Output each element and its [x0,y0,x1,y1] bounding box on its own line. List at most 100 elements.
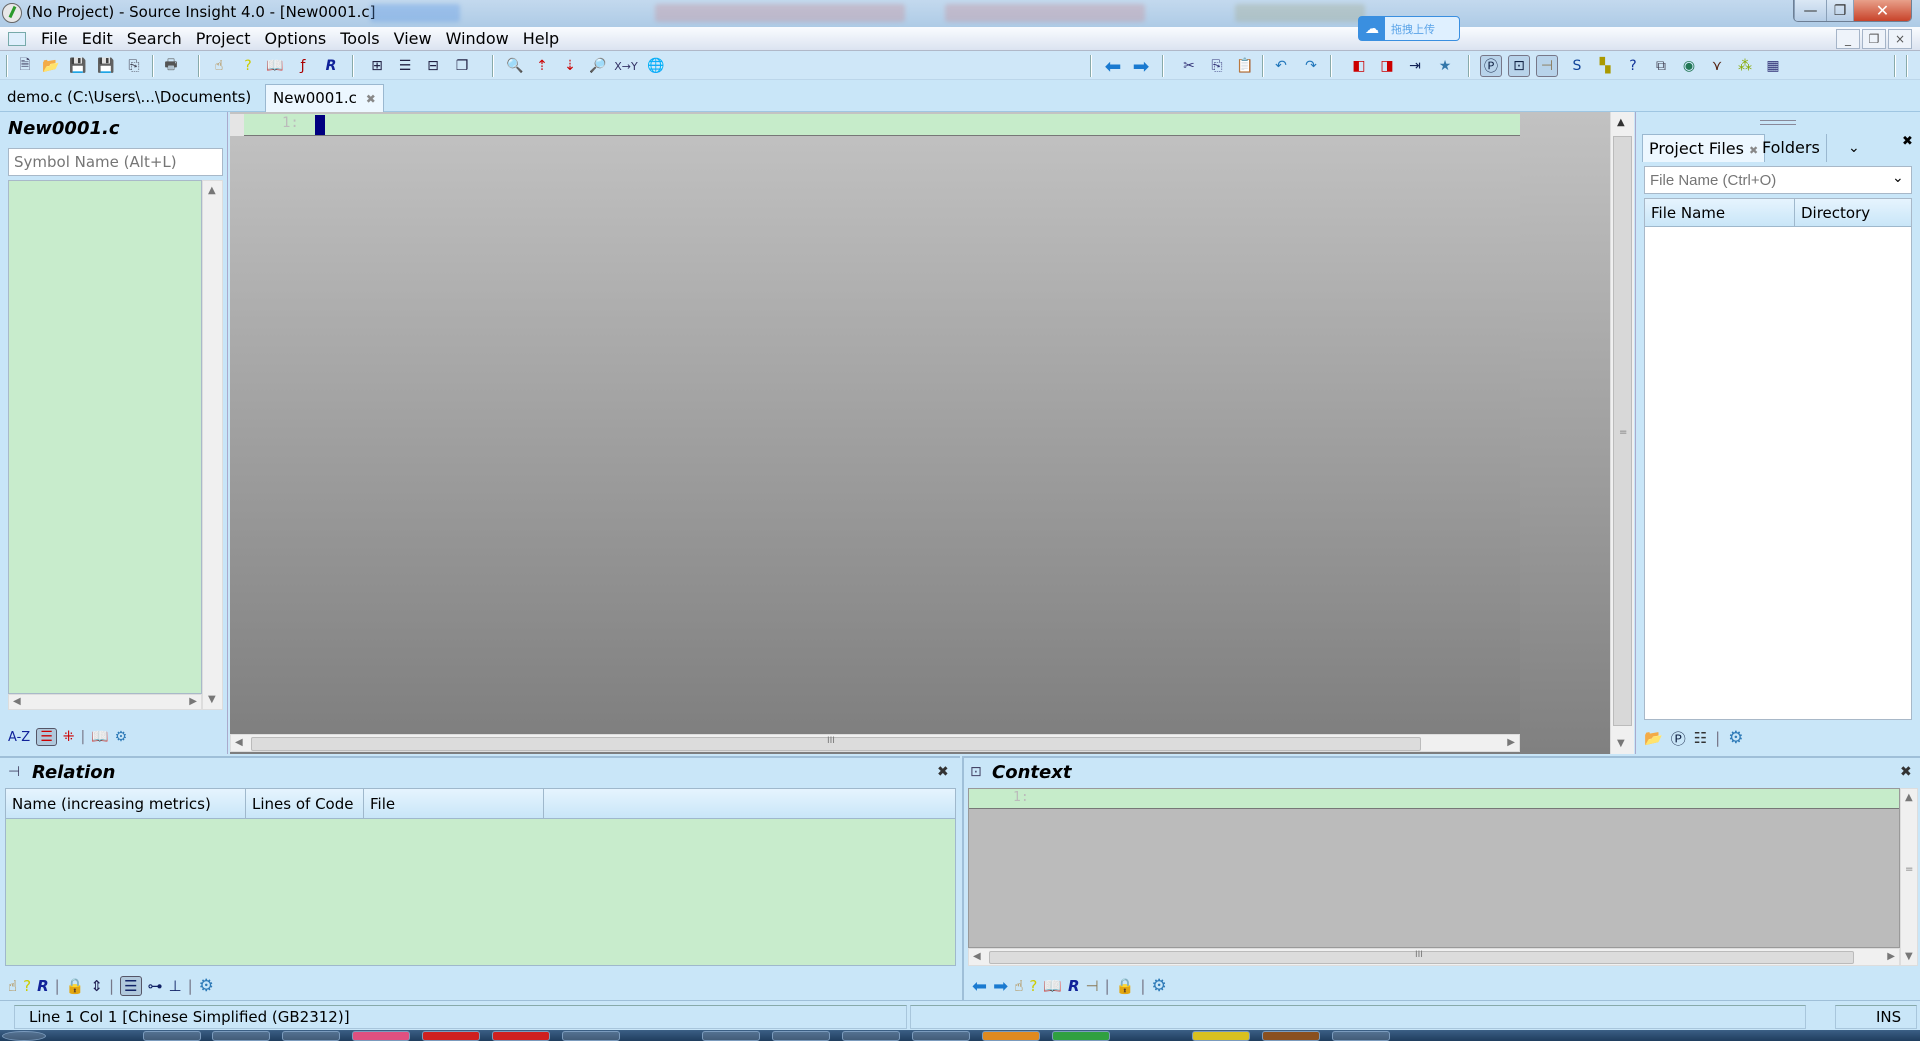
symbol-list[interactable] [8,180,202,694]
panel-drag-handle[interactable] [1760,120,1796,125]
lookup-references-icon[interactable]: ? [237,55,259,77]
script-icon[interactable]: S [1566,55,1588,77]
mdi-restore-button[interactable]: ❐ [1862,29,1886,49]
upload-widget[interactable]: ☁ 拖拽上传 [1358,16,1460,41]
close-panel-icon[interactable]: ✖ [1900,764,1912,780]
function-call-icon[interactable]: ƒ [292,55,314,77]
relation-window-icon[interactable]: ⊣ [1536,55,1558,77]
maximize-button[interactable]: ❐ [1826,0,1853,21]
vscroll-thumb[interactable]: = [1613,136,1632,726]
taskbar-app[interactable] [1262,1031,1320,1041]
taskbar-app[interactable] [1332,1031,1390,1041]
symbol-search-input[interactable] [8,148,223,176]
jump-to-definition-icon[interactable]: ☝ [8,977,17,995]
bookmark-prev-icon[interactable]: ◧ [1348,55,1370,77]
hscroll-thumb[interactable]: III [251,736,1421,751]
hscroll-thumb[interactable]: III [989,950,1854,964]
tab-project-files[interactable]: Project Files ✖ [1642,134,1766,162]
open-folder-icon[interactable]: 📂 [40,55,62,77]
r-icon[interactable]: R [37,977,49,995]
r-icon[interactable]: R [1068,977,1080,995]
menu-tools[interactable]: Tools [333,29,386,49]
layout-single-icon[interactable]: ☰ [394,55,416,77]
scroll-left-arrow[interactable]: ◀ [13,696,21,707]
scroll-up-arrow[interactable]: ▲ [1617,117,1625,128]
column-file[interactable]: File [364,789,544,818]
document-icon[interactable] [8,32,26,46]
taskbar-app[interactable] [143,1031,201,1041]
paste-icon[interactable]: 📋 [1234,55,1256,77]
file-list-icon[interactable]: ☷ [1694,729,1707,747]
search-files-icon[interactable]: 🔎 [587,55,609,77]
symbol-list-hscroll[interactable]: ◀ ▶ [8,694,202,710]
back-icon[interactable]: ⬅ [1102,54,1124,78]
save-as-icon[interactable]: 💾 [95,55,117,77]
layout-split-icon[interactable]: ⊞ [366,55,388,77]
save-icon[interactable]: 💾 [67,55,89,77]
taskbar-app[interactable] [422,1031,480,1041]
menu-window[interactable]: Window [439,29,516,49]
scroll-right-arrow[interactable]: ▶ [189,696,197,707]
back-icon[interactable]: ⬅ [972,976,987,997]
web-icon[interactable]: 🌐 [645,55,667,77]
scroll-down-arrow[interactable]: ▼ [208,694,216,705]
sync-icon[interactable]: ⇕ [90,977,103,995]
scroll-down-arrow[interactable]: ▼ [1905,951,1913,962]
editor-vscroll[interactable]: ▲ = ▼ [1610,112,1634,754]
settings-gear-icon[interactable]: ⚙ [1728,728,1743,748]
menu-project[interactable]: Project [189,29,258,49]
context-hscroll[interactable]: ◀ III ▶ [968,948,1900,966]
settings-gear-icon[interactable]: ⚙ [1151,976,1166,996]
minimize-button[interactable]: — [1794,0,1826,21]
taskbar-app[interactable] [562,1031,620,1041]
lookup-references-icon[interactable]: ? [23,977,31,995]
project-icon[interactable]: Ⓟ [1480,55,1502,77]
scroll-left-arrow[interactable]: ◀ [235,737,243,748]
menu-help[interactable]: Help [516,29,566,49]
taskbar-app[interactable] [842,1031,900,1041]
vertical-graph-icon[interactable]: ⊥ [169,977,182,995]
bookmark-icon[interactable]: ★ [1434,55,1456,77]
lock-icon[interactable]: 🔒 [1116,977,1135,995]
windows-icon[interactable]: ⧉ [1650,55,1672,77]
horizontal-graph-icon[interactable]: ⊶ [148,977,163,995]
context-view[interactable]: 1: [968,788,1900,948]
replace-xy-icon[interactable]: X→Y [614,55,637,77]
cut-icon[interactable]: ✂ [1178,55,1200,77]
r-icon[interactable]: R [320,55,342,77]
search-icon[interactable]: 🔍 [504,55,526,77]
jump-to-definition-icon[interactable]: ☝ [208,55,230,77]
taskbar-app[interactable] [212,1031,270,1041]
taskbar-app[interactable] [492,1031,550,1041]
symbol-list-vscroll[interactable]: ▲ ▼ [202,180,223,710]
close-panel-icon[interactable]: ✖ [1902,134,1913,149]
taskbar-app[interactable] [282,1031,340,1041]
menu-search[interactable]: Search [120,29,189,49]
jump-to-definition-icon[interactable]: ☝ [1014,977,1023,995]
class-icon[interactable]: ▚ [1594,55,1616,77]
taskbar-app[interactable] [1192,1031,1250,1041]
help-icon[interactable]: ? [1622,55,1644,77]
save-all-icon[interactable]: ⎘ [123,55,145,77]
menu-view[interactable]: View [387,29,439,49]
relation-icon[interactable]: ⊣ [1086,977,1099,995]
grid-icon[interactable]: ▦ [1762,55,1784,77]
open-project-icon[interactable]: 📂 [1644,729,1663,747]
mdi-minimize-button[interactable]: _ [1836,29,1860,49]
new-file-icon[interactable]: 🗎 [14,55,36,77]
layout-horizontal-icon[interactable]: ⊟ [422,55,444,77]
scroll-up-arrow[interactable]: ▲ [208,185,216,196]
menu-edit[interactable]: Edit [75,29,120,49]
tab-dropdown-icon[interactable]: ⌄ [1842,134,1866,162]
list-view-icon[interactable]: ☰ [36,728,57,746]
scroll-left-arrow[interactable]: ◀ [973,951,981,962]
tab-demo-c[interactable]: demo.c (C:\Users\...\Documents) [0,84,258,112]
forward-icon[interactable]: ➡ [993,976,1008,997]
tab-folders[interactable]: Folders [1756,134,1827,162]
project-file-list[interactable]: File Name Directory [1644,198,1912,720]
indent-icon[interactable]: ⇥ [1404,55,1426,77]
merge-icon[interactable]: ⁂ [1734,55,1756,77]
eagle-icon[interactable]: ⋎ [1706,55,1728,77]
taskbar-app[interactable] [912,1031,970,1041]
close-panel-icon[interactable]: ✖ [937,764,949,780]
